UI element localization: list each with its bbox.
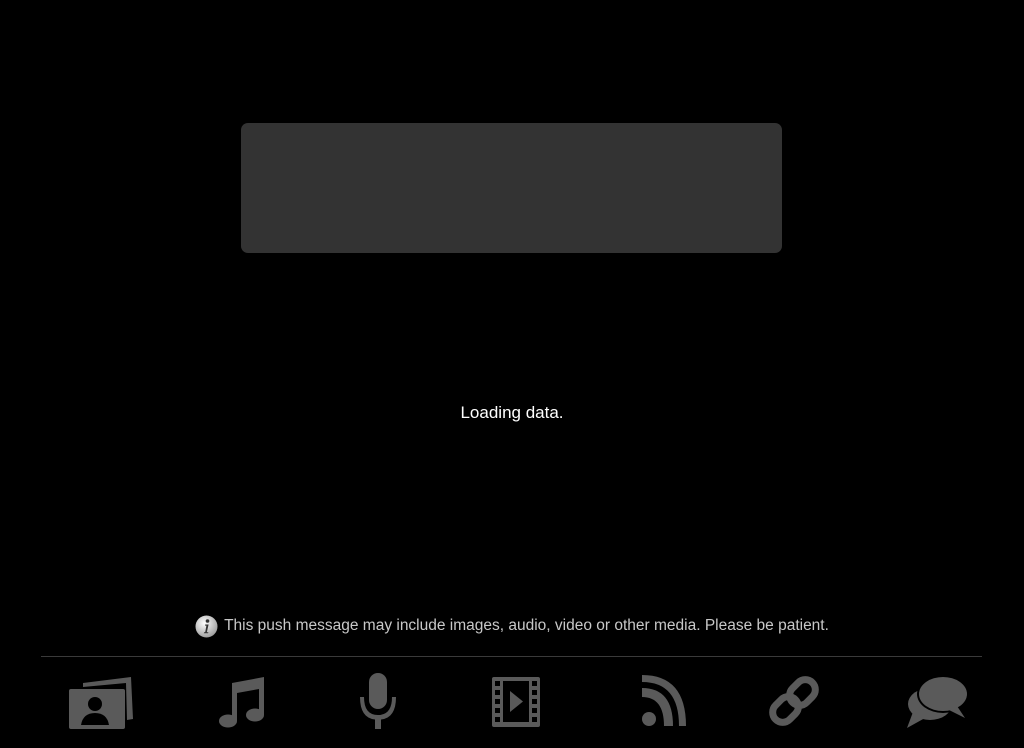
loading-status-text: Loading data.: [460, 403, 564, 422]
photo-icon: [65, 673, 135, 729]
tab-music[interactable]: [204, 670, 280, 732]
microphone-icon: [350, 671, 406, 731]
media-tabbar: [0, 670, 1024, 732]
tab-photos[interactable]: [62, 670, 138, 732]
rss-icon: [632, 673, 688, 729]
tab-video[interactable]: [478, 670, 554, 732]
film-icon: [488, 673, 544, 729]
tab-links[interactable]: [756, 670, 832, 732]
link-icon: [764, 671, 824, 731]
message-header-panel: [241, 123, 782, 253]
tab-rss[interactable]: [622, 670, 698, 732]
music-note-icon: [214, 673, 270, 729]
media-notice: This push message may include images, au…: [0, 614, 1024, 638]
tab-chat[interactable]: [900, 670, 976, 732]
info-icon: [195, 615, 218, 638]
media-notice-text: This push message may include images, au…: [224, 617, 829, 634]
push-message-screen: Loading data. This push message may incl…: [0, 0, 1024, 748]
tab-audio[interactable]: [340, 670, 416, 732]
tabbar-divider: [41, 656, 982, 657]
chat-bubbles-icon: [903, 672, 973, 730]
